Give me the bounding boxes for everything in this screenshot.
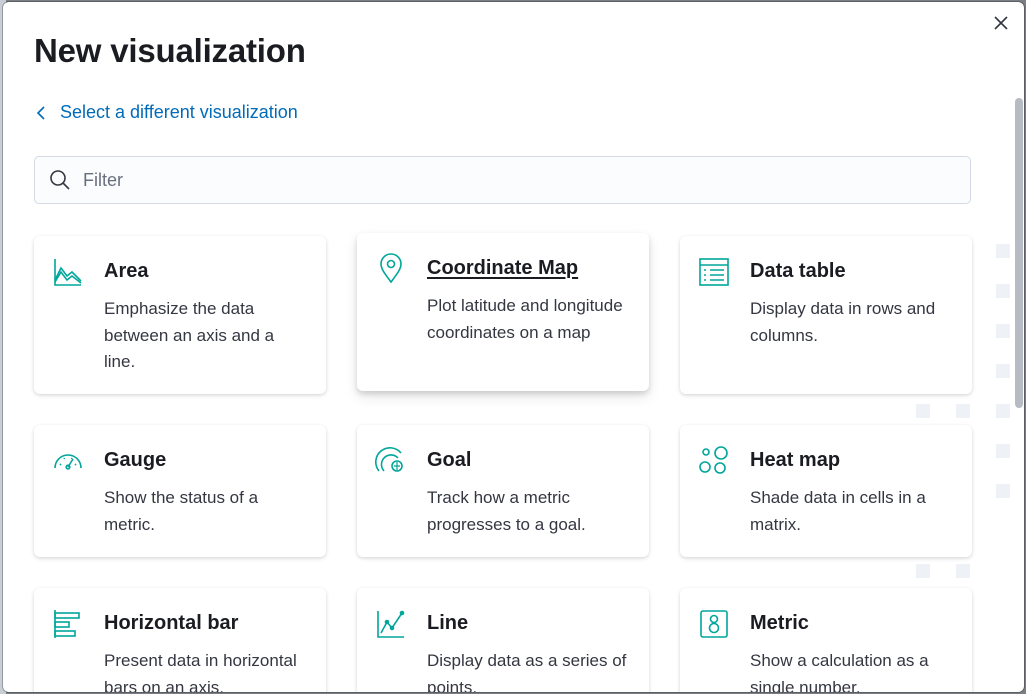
metric-icon <box>698 608 730 640</box>
card-title: Line <box>427 612 469 634</box>
chevron-left-icon <box>36 105 45 120</box>
card-description: Present data in horizontal bars on an ax… <box>104 651 297 692</box>
card-heat-map[interactable]: Heat map Shade data in cells in a matrix… <box>680 425 972 557</box>
close-button[interactable] <box>990 12 1012 34</box>
horizontal-bar-icon <box>52 608 84 640</box>
card-metric[interactable]: Metric Show a calculation as a single nu… <box>680 588 972 692</box>
modal-title: New visualization <box>34 32 306 69</box>
card-description: Display data as a series of points. <box>427 651 627 692</box>
select-different-visualization-link[interactable]: Select a different visualization <box>36 102 298 123</box>
card-title: Area <box>104 260 149 282</box>
filter-field[interactable] <box>34 156 971 204</box>
filter-input[interactable] <box>81 168 970 192</box>
card-description: Shade data in cells in a matrix. <box>750 488 926 534</box>
card-coordinate-map[interactable]: Coordinate Map Plot latitude and longitu… <box>357 233 649 391</box>
table-icon <box>698 256 730 288</box>
card-gauge[interactable]: Gauge Show the status of a metric. <box>34 425 326 557</box>
card-description: Show a calculation as a single number. <box>750 651 929 692</box>
gauge-icon <box>52 445 84 477</box>
card-title: Horizontal bar <box>104 612 239 634</box>
area-chart-icon <box>52 256 84 288</box>
card-area[interactable]: Area Emphasize the data between an axis … <box>34 236 326 394</box>
goal-icon <box>375 445 407 477</box>
close-icon <box>994 16 1008 30</box>
card-horizontal-bar[interactable]: Horizontal bar Present data in horizonta… <box>34 588 326 692</box>
card-title: Goal <box>427 449 472 471</box>
back-link-label: Select a different visualization <box>60 102 298 122</box>
card-title: Metric <box>750 612 809 634</box>
card-title: Heat map <box>750 449 841 471</box>
card-line[interactable]: Line Display data as a series of points. <box>357 588 649 692</box>
card-title: Gauge <box>104 449 167 471</box>
card-description: Show the status of a metric. <box>104 488 259 534</box>
card-title: Coordinate Map <box>427 257 579 279</box>
card-description: Track how a metric progresses to a goal. <box>427 488 586 534</box>
search-icon <box>49 169 71 191</box>
card-description: Display data in rows and columns. <box>750 299 936 345</box>
card-title: Data table <box>750 260 846 282</box>
heatmap-icon <box>698 445 730 477</box>
card-goal[interactable]: Goal Track how a metric progresses to a … <box>357 425 649 557</box>
card-description: Emphasize the data between an axis and a… <box>104 299 275 371</box>
card-data-table[interactable]: Data table Display data in rows and colu… <box>680 236 972 394</box>
new-visualization-modal: New visualization Select a different vis… <box>3 2 1024 692</box>
map-pin-icon <box>375 253 407 285</box>
scrollbar[interactable] <box>1015 98 1023 408</box>
line-chart-icon <box>375 608 407 640</box>
card-description: Plot latitude and longitude coordinates … <box>427 296 623 342</box>
